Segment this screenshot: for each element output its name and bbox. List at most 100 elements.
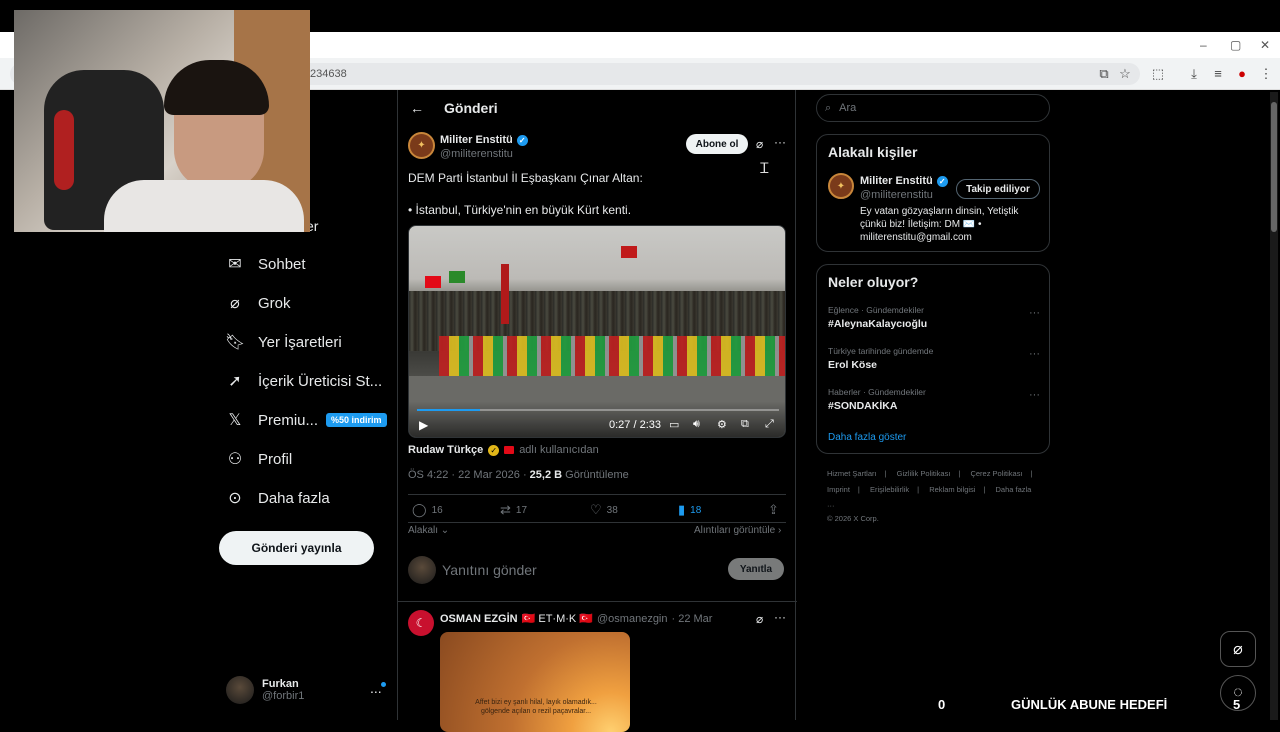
show-more-link[interactable]: Daha fazla göster	[828, 432, 906, 443]
quotes-label: Alıntıları görüntüle	[694, 525, 776, 536]
more-icon[interactable]: ···	[774, 135, 786, 149]
footer-sep: |	[958, 469, 961, 478]
nav-label: Grok	[258, 294, 291, 312]
post-timestamp[interactable]: ÖS 4:22 · 22 Mar 2026 ·	[408, 469, 530, 481]
bookmark-count: 18	[690, 504, 702, 516]
related-title: Alakalı kişiler	[828, 144, 918, 160]
reply-image[interactable]: Affet bizi ey şanlı hilal, layık olamadı…	[440, 632, 630, 732]
mail-icon: ✉	[228, 256, 242, 273]
share-icon: ⇪	[768, 502, 779, 517]
subscriber-count-current: 0	[938, 697, 946, 712]
download-icon[interactable]: ⤓	[1186, 66, 1202, 82]
flag	[449, 271, 465, 283]
view-quotes-link[interactable]: Alıntıları görüntüle ›	[694, 525, 781, 536]
source-name[interactable]: Rudaw Türkçe	[408, 444, 483, 456]
reply-action[interactable]: ◯ 16	[412, 502, 443, 518]
trend-item[interactable]: Haberler · Gündemdekiler #SONDAKİKA ···	[828, 387, 1040, 412]
more-icon[interactable]: ···	[774, 610, 786, 624]
close-icon[interactable]: ✕	[1260, 38, 1270, 52]
reply-input[interactable]: Yanıtını gönder	[442, 562, 537, 578]
post-text-line-2: • İstanbul, Türkiye'nin en büyük Kürt ke…	[408, 203, 632, 217]
settings-icon[interactable]: ⚙	[717, 418, 727, 431]
share-action[interactable]: ⇪	[768, 502, 779, 518]
account-handle: @forbir1	[262, 690, 305, 702]
more-icon[interactable]: ···	[1029, 389, 1040, 401]
profile-icon[interactable]: ●	[1234, 66, 1250, 82]
reply-icon: ◯	[412, 502, 427, 517]
like-count: 38	[606, 504, 618, 516]
author-handle[interactable]: @militerenstitu	[440, 148, 513, 160]
nav-item-chat[interactable]: ✉ Sohbet	[226, 252, 306, 276]
footer-link[interactable]: Hizmet Şartları	[827, 469, 877, 478]
account-switcher[interactable]: Furkan @forbir1	[226, 676, 304, 704]
extensions-icon[interactable]: ⬚	[1150, 66, 1166, 82]
search-input[interactable]: ⌕ Ara	[816, 94, 1050, 122]
reply-author-handle[interactable]: @osmanezgin	[597, 613, 667, 625]
following-button[interactable]: Takip ediliyor	[956, 179, 1040, 199]
nav-item-premium[interactable]: 𝕏 Premiu... %50 indirim	[226, 408, 387, 432]
footer-link[interactable]: Imprint	[827, 485, 850, 494]
post-actions: ◯ 16 ⇄ 17 ♡ 38 ▮ 18 ⇪	[408, 502, 786, 522]
minimize-icon[interactable]: –	[1200, 38, 1207, 52]
trend-item[interactable]: Türkiye tarihinde gündemde Erol Köse ···	[828, 346, 1040, 371]
grok-fab-icon[interactable]: ⌀	[1220, 631, 1256, 667]
video-player[interactable]: ▶ 0:27 / 2:33 ▭ 🔊︎ ⚙ ⧉ ⤢	[408, 225, 786, 438]
install-app-icon[interactable]: ⧉	[1096, 66, 1112, 82]
bookmark-action[interactable]: ▮ 18	[678, 502, 701, 518]
footer-line-2: Imprint | Erişilebilirlik | Reklam bilgisi…	[827, 482, 1047, 514]
nav-item-creator-studio[interactable]: ➚ İçerik Üreticisi St...	[226, 369, 382, 393]
subscribe-button[interactable]: Abone ol	[686, 134, 748, 154]
menu-icon[interactable]: ⋮	[1258, 66, 1274, 82]
person-name-row: Militer Enstitü ✓	[860, 175, 948, 187]
nav-label: Premiu...	[258, 411, 319, 429]
maximize-icon[interactable]: ▢	[1230, 38, 1241, 52]
post-button[interactable]: Gönderi yayınla	[219, 531, 374, 565]
nav-item-profile[interactable]: ⚇ Profil	[226, 447, 292, 471]
like-action[interactable]: ♡ 38	[590, 502, 618, 518]
reply-avatar[interactable]: ☾	[408, 610, 434, 636]
trend-item[interactable]: Eğlence · Gündemdekiler #AleynaKalaycıoğ…	[828, 305, 1040, 330]
grok-icon: ⌀	[230, 295, 240, 312]
nav-label: Sohbet	[258, 255, 306, 273]
divider	[398, 601, 797, 602]
related-dropdown[interactable]: Alakalı ⌄	[408, 525, 449, 536]
discount-badge: %50 indirim	[326, 413, 387, 427]
reply-date[interactable]: · 22 Mar	[672, 613, 713, 625]
rocket-icon: ➚	[228, 373, 242, 390]
avatar	[226, 676, 254, 704]
captions-icon[interactable]: ▭	[669, 418, 679, 431]
trend-topic: #SONDAKİKA	[828, 400, 898, 412]
footer-link[interactable]: Gizlilik Politikası	[897, 469, 951, 478]
footer-link[interactable]: Çerez Politikası	[970, 469, 1022, 478]
fullscreen-icon[interactable]: ⤢	[765, 418, 774, 431]
reply-author-flags: 🇹🇷 ET·M·K 🇹🇷	[521, 613, 594, 625]
author-name-row[interactable]: Militer Enstitü ✓	[440, 134, 528, 146]
footer-link[interactable]: Reklam bilgisi	[929, 485, 975, 494]
account-more-icon[interactable]: ...	[370, 680, 382, 696]
nav-item-grok[interactable]: ⌀ Grok	[226, 291, 291, 315]
play-icon[interactable]: ▶	[419, 418, 428, 432]
author-avatar[interactable]: ✦	[408, 132, 435, 159]
more-icon[interactable]: ···	[1029, 348, 1040, 360]
nav-label: Daha fazla	[258, 489, 330, 507]
grok-icon[interactable]: ⌀	[756, 612, 763, 626]
star-icon[interactable]: ☆	[1117, 66, 1133, 82]
nav-item-bookmarks[interactable]: 🔖︎ Yer İşaretleri	[225, 330, 342, 354]
video-progress-bar[interactable]	[417, 409, 779, 411]
volume-icon[interactable]: 🔊︎	[693, 418, 700, 431]
more-icon[interactable]: ···	[1029, 307, 1040, 319]
reply-button[interactable]: Yanıtla	[728, 558, 784, 580]
trends-card: Neler oluyor? Eğlence · Gündemdekiler #A…	[816, 264, 1050, 454]
scrollbar-thumb[interactable]	[1271, 102, 1277, 232]
back-arrow-icon[interactable]: ←	[410, 100, 424, 116]
nav-item-more[interactable]: ⊙ Daha fazla	[226, 486, 330, 510]
nav-label: İçerik Üreticisi St...	[258, 372, 383, 390]
footer-link[interactable]: Erişilebilirlik	[870, 485, 909, 494]
daily-goal-label: GÜNLÜK ABUNE HEDEFİ	[1011, 697, 1168, 712]
grok-icon[interactable]: ⌀	[756, 137, 763, 151]
reply-author-name[interactable]: OSMAN EZGİN	[440, 613, 518, 625]
retweet-action[interactable]: ⇄ 17	[500, 502, 527, 518]
media-icon[interactable]: ≡	[1210, 66, 1226, 82]
pip-icon[interactable]: ⧉	[741, 418, 749, 431]
scrollbar[interactable]	[1270, 92, 1278, 720]
